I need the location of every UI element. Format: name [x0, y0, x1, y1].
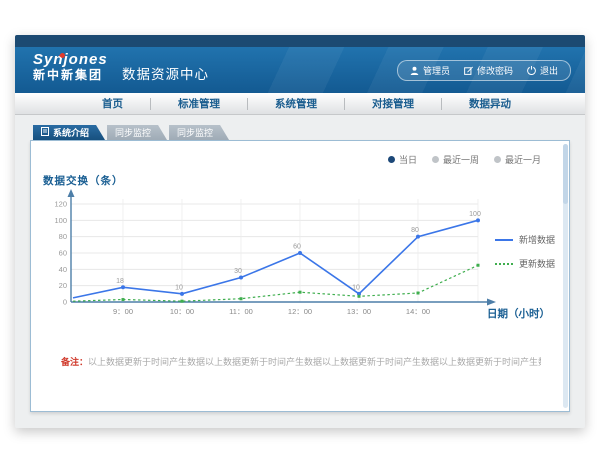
svg-text:18: 18	[116, 278, 124, 285]
nav-item-data-changes[interactable]: 数据异动	[442, 96, 538, 111]
svg-text:10: 10	[175, 284, 183, 291]
nav-item-integration[interactable]: 对接管理	[345, 96, 441, 111]
svg-text:13：00: 13：00	[347, 307, 371, 316]
svg-text:14：00: 14：00	[406, 307, 430, 316]
page-title: 数据资源中心	[122, 63, 209, 83]
filter-label: 当日	[399, 153, 417, 166]
tab-label: 同步监控	[115, 126, 151, 139]
tab-label: 系统介绍	[53, 126, 89, 139]
legend-item-new-data[interactable]: 新增数据	[495, 233, 555, 246]
main-nav: 首页 标准管理 系统管理 对接管理 数据异动	[15, 93, 585, 115]
company-logo: Synjones 新中新集团	[33, 52, 108, 82]
page: Synjones 新中新集团 数据资源中心 管理员 修改密码	[0, 0, 600, 450]
radio-icon	[494, 156, 501, 163]
filter-label: 最近一周	[443, 153, 479, 166]
footnote-prefix: 备注：	[61, 357, 88, 367]
svg-text:40: 40	[59, 265, 67, 274]
app-header: Synjones 新中新集团 数据资源中心 管理员 修改密码	[15, 47, 585, 93]
svg-text:20: 20	[59, 281, 67, 290]
content-area: 系统介绍 同步监控 同步监控 当日 最近一周	[15, 115, 585, 428]
app-window: Synjones 新中新集团 数据资源中心 管理员 修改密码	[15, 35, 585, 428]
blue-line-icon	[495, 239, 513, 241]
footnote-text: 以上数据更新于时间产生数据以上数据更新于时间产生数据以上数据更新于时间产生数据以…	[88, 357, 541, 367]
svg-text:80: 80	[411, 227, 419, 234]
tab-bar: 系统介绍 同步监控 同步监控	[33, 125, 231, 140]
edit-icon	[464, 66, 473, 75]
panel-scrollbar[interactable]	[563, 144, 568, 408]
filter-last-month[interactable]: 最近一月	[494, 153, 541, 166]
svg-text:12：00: 12：00	[288, 307, 312, 316]
nav-item-standards[interactable]: 标准管理	[151, 96, 247, 111]
nav-item-system[interactable]: 系统管理	[248, 96, 344, 111]
svg-text:30: 30	[234, 268, 242, 275]
change-password-label: 修改密码	[477, 64, 513, 77]
svg-text:100: 100	[54, 216, 67, 225]
logo-english: Synjones	[33, 52, 108, 69]
logout-button[interactable]: 退出	[527, 64, 558, 77]
svg-text:9：00: 9：00	[113, 307, 133, 316]
svg-text:0: 0	[63, 298, 67, 307]
scrollbar-thumb[interactable]	[563, 144, 568, 204]
svg-text:11：00: 11：00	[229, 307, 253, 316]
line-chart: 0 20 40 60 80 100 120 9：00 10：00 11：00 12：00 13：00 1…	[41, 189, 526, 329]
svg-text:60: 60	[293, 244, 301, 251]
user-actions: 管理员 修改密码 退出	[397, 60, 571, 81]
tab-sync-monitor-1[interactable]: 同步监控	[107, 125, 167, 140]
tab-label: 同步监控	[177, 126, 213, 139]
footnote: 备注：以上数据更新于时间产生数据以上数据更新于时间产生数据以上数据更新于时间产生…	[61, 355, 541, 368]
logout-label: 退出	[540, 64, 558, 77]
nav-item-home[interactable]: 首页	[75, 96, 150, 111]
radio-icon	[432, 156, 439, 163]
svg-text:10：00: 10：00	[170, 307, 194, 316]
svg-text:100: 100	[469, 211, 481, 218]
top-navy-strip	[15, 35, 585, 47]
admin-user-label: 管理员	[423, 64, 450, 77]
document-icon	[41, 127, 49, 138]
filter-last-week[interactable]: 最近一周	[432, 153, 479, 166]
user-icon	[410, 66, 419, 75]
chart-legend: 新增数据 更新数据	[495, 233, 555, 270]
legend-item-updated-data[interactable]: 更新数据	[495, 257, 555, 270]
svg-text:80: 80	[59, 232, 67, 241]
logo-chinese: 新中新集团	[33, 69, 108, 82]
radio-icon	[388, 156, 395, 163]
filter-label: 最近一月	[505, 153, 541, 166]
legend-label: 新增数据	[519, 233, 555, 246]
time-range-filters: 当日 最近一周 最近一月	[388, 153, 541, 166]
tab-sync-monitor-2[interactable]: 同步监控	[169, 125, 229, 140]
legend-label: 更新数据	[519, 257, 555, 270]
svg-text:10: 10	[352, 284, 360, 291]
tab-system-intro[interactable]: 系统介绍	[33, 125, 105, 140]
x-axis-title: 日期（小时）	[487, 306, 550, 321]
svg-text:120: 120	[54, 200, 67, 209]
svg-text:60: 60	[59, 249, 67, 258]
chart-panel: 当日 最近一周 最近一月 数据交换（条） 0 20 40 60 80 100 120 9：00…	[30, 140, 570, 412]
filter-today[interactable]: 当日	[388, 153, 417, 166]
power-icon	[527, 66, 536, 75]
y-axis-title: 数据交换（条）	[43, 173, 124, 188]
change-password-button[interactable]: 修改密码	[464, 64, 513, 77]
admin-user-button[interactable]: 管理员	[410, 64, 450, 77]
green-dotted-line-icon	[495, 263, 513, 265]
